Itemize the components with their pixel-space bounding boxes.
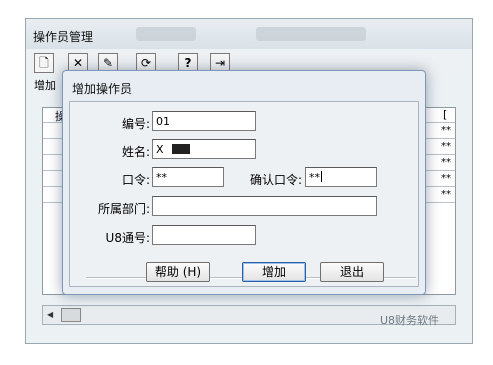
id-label: 编号: (121, 117, 150, 131)
parent-titlebar: 操作员管理 (26, 19, 472, 49)
u8-id-label: U8通号: (105, 231, 150, 245)
password-label: 口令: (121, 173, 150, 187)
confirm-password-value: ** (309, 171, 320, 184)
new-icon[interactable]: 🗋 (34, 53, 54, 73)
id-input[interactable]: 01 (152, 111, 256, 131)
u8-id-input[interactable] (152, 225, 256, 245)
watermark: U8财务软件 (380, 314, 440, 327)
name-input[interactable]: X (152, 139, 256, 159)
password-value: ** (156, 171, 167, 184)
toolbar-add-label: 增加 (34, 79, 56, 92)
dialog-title: 增加操作员 (72, 82, 133, 96)
table-row[interactable]: ** (441, 157, 451, 168)
id-value: 01 (156, 115, 170, 128)
parent-window-title: 操作员管理 (33, 30, 94, 44)
dialog-body: 编号: 01 姓名: X 口令: ** 确认口令: ** 所属部门: U8通号:… (69, 101, 419, 287)
scroll-left-arrow-icon[interactable]: ◀ (47, 310, 53, 319)
text-cursor (321, 171, 322, 182)
name-label: 姓名: (121, 145, 150, 159)
confirm-password-input[interactable]: ** (305, 167, 377, 187)
password-input[interactable]: ** (152, 167, 224, 187)
table-row[interactable]: ** (441, 173, 451, 184)
redacted-name-block (171, 144, 190, 154)
exit-button[interactable]: 退出 (320, 262, 384, 282)
add-operator-dialog: 增加操作员 编号: 01 姓名: X 口令: ** 确认口令: ** 所属部门:… (62, 70, 426, 295)
name-value: X (156, 143, 164, 156)
scroll-thumb[interactable] (61, 308, 81, 322)
help-button[interactable]: 帮助 (H) (146, 262, 210, 282)
blurred-title-area (256, 27, 366, 41)
department-input[interactable] (152, 196, 377, 216)
grid-header-fragment-right: [ (443, 108, 448, 121)
department-label: 所属部门: (97, 202, 150, 216)
table-row[interactable]: ** (441, 125, 451, 136)
add-button[interactable]: 增加 (242, 262, 306, 282)
table-row[interactable]: ** (441, 141, 451, 152)
confirm-password-label: 确认口令: (249, 173, 302, 187)
table-row[interactable]: ** (441, 189, 451, 200)
blurred-title-area (136, 27, 196, 41)
